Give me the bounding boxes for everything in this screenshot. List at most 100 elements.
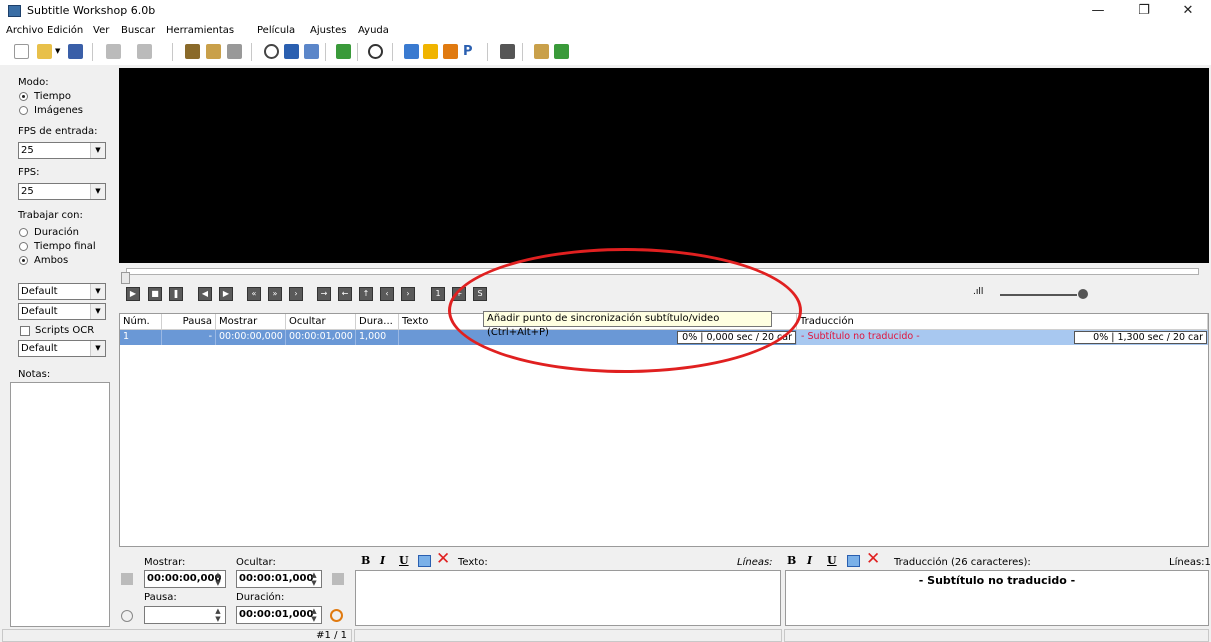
translation-editor[interactable]: - Subtítulo no traducido - <box>785 570 1209 626</box>
next-frame-icon[interactable]: › <box>289 287 303 301</box>
hide-spinner[interactable]: ▲ ▼ <box>309 571 319 587</box>
volume-thumb[interactable] <box>1078 289 1088 299</box>
pause-icon[interactable]: ❚ <box>169 287 183 301</box>
trans-bold-button[interactable]: B <box>787 554 796 567</box>
maximize-button[interactable]: ❐ <box>1121 0 1167 22</box>
menu-ajustes[interactable]: Ajustes <box>310 25 346 36</box>
next-sub-icon[interactable]: › <box>401 287 415 301</box>
underline-button[interactable]: U <box>399 554 409 567</box>
bold-button[interactable]: B <box>361 554 370 567</box>
text-editor[interactable] <box>355 570 781 626</box>
col-pause[interactable]: Pausa <box>162 314 216 330</box>
status-panel-3 <box>784 629 1209 642</box>
volume-icon: .ıll <box>973 287 984 297</box>
next-icon[interactable] <box>332 573 344 585</box>
scripts-ocr-checkbox[interactable] <box>20 326 30 336</box>
input-fps-label: FPS de entrada: <box>18 126 98 137</box>
check-output-icon[interactable] <box>554 44 569 59</box>
duration-spinner[interactable]: ▲ ▼ <box>309 607 319 623</box>
film-icon[interactable] <box>500 44 515 59</box>
style-select-value: Default <box>21 286 58 297</box>
fast-forward-icon[interactable]: » <box>268 287 282 301</box>
trans-underline-button[interactable]: U <box>827 554 837 567</box>
prev-icon[interactable] <box>121 573 133 585</box>
stop-icon[interactable]: ■ <box>148 287 162 301</box>
menu-pelicula[interactable]: Película <box>257 25 295 36</box>
clock-icon[interactable] <box>121 610 133 622</box>
volume-slider[interactable] <box>1000 294 1077 296</box>
annotation-ellipse <box>448 248 802 373</box>
redo-icon[interactable] <box>137 44 152 59</box>
p-icon[interactable]: P <box>463 44 478 59</box>
save-icon[interactable] <box>68 44 83 59</box>
warning-icon[interactable] <box>423 44 438 59</box>
rewind-icon[interactable]: « <box>247 287 261 301</box>
col-duration[interactable]: Dura... <box>356 314 399 330</box>
menu-edicion[interactable]: Edición <box>47 25 83 36</box>
set-show-icon[interactable]: → <box>317 287 331 301</box>
close-button[interactable]: ✕ <box>1165 0 1211 22</box>
show-spinner[interactable]: ▲ ▼ <box>213 571 223 587</box>
fps-select[interactable]: 25 ▼ <box>18 183 106 200</box>
work-endtime-radio[interactable] <box>19 242 28 251</box>
copy-icon[interactable] <box>206 44 221 59</box>
row-pause: - <box>162 330 216 345</box>
text-icon[interactable] <box>284 44 299 59</box>
title-bar: Subtitle Workshop 6.0b — ❐ ✕ <box>0 0 1211 22</box>
style-select-2[interactable]: Default ▼ <box>18 303 106 320</box>
color-icon[interactable] <box>418 555 431 567</box>
play-icon[interactable]: ▶ <box>126 287 140 301</box>
prev-sub-icon[interactable]: ‹ <box>380 287 394 301</box>
new-file-icon[interactable] <box>14 44 29 59</box>
trans-color-icon[interactable] <box>847 555 860 567</box>
info-icon[interactable] <box>443 44 458 59</box>
step-back-icon[interactable]: ◀ <box>198 287 212 301</box>
spellcheck-icon[interactable] <box>404 44 419 59</box>
italic-button[interactable]: I <box>380 554 385 567</box>
menu-ayuda[interactable]: Ayuda <box>358 25 389 36</box>
output-icon[interactable] <box>534 44 549 59</box>
trans-remove-format-icon[interactable]: ✕ <box>866 550 880 568</box>
undo-icon[interactable] <box>106 44 121 59</box>
menu-ver[interactable]: Ver <box>93 25 109 36</box>
trans-italic-button[interactable]: I <box>807 554 812 567</box>
search-icon[interactable] <box>368 44 383 59</box>
remove-format-icon[interactable]: ✕ <box>436 550 450 568</box>
col-num[interactable]: Núm. <box>120 314 162 330</box>
col-hide[interactable]: Ocultar <box>286 314 356 330</box>
mode-time-radio[interactable] <box>19 92 28 101</box>
mode-images-radio[interactable] <box>19 106 28 115</box>
show-time-value: 00:00:00,000 <box>147 573 222 584</box>
col-show[interactable]: Mostrar <box>216 314 286 330</box>
set-hide-icon[interactable]: ← <box>338 287 352 301</box>
start-sub-icon[interactable]: ↑ <box>359 287 373 301</box>
chevron-down-icon[interactable]: ▼ <box>55 44 63 59</box>
work-both-radio[interactable] <box>19 256 28 265</box>
seek-thumb[interactable] <box>121 272 130 284</box>
work-endtime-label: Tiempo final <box>34 241 96 252</box>
step-forward-icon[interactable]: ▶ <box>219 287 233 301</box>
input-fps-select[interactable]: 25 ▼ <box>18 142 106 159</box>
minimize-button[interactable]: — <box>1075 0 1121 22</box>
translate-icon[interactable] <box>336 44 351 59</box>
style-select[interactable]: Default ▼ <box>18 283 106 300</box>
subtitle-toggle-icon[interactable]: 1 <box>431 287 445 301</box>
cut-icon[interactable] <box>185 44 200 59</box>
menu-herramientas[interactable]: Herramientas <box>166 25 234 36</box>
open-folder-icon[interactable] <box>37 44 52 59</box>
comment-icon[interactable] <box>304 44 319 59</box>
mode-time-label: Tiempo <box>34 91 71 102</box>
app-icon <box>8 5 21 17</box>
paste-icon[interactable] <box>227 44 242 59</box>
notes-area[interactable] <box>10 382 110 627</box>
timer-icon[interactable] <box>330 609 343 622</box>
pause-spinner[interactable]: ▲ ▼ <box>213 607 223 623</box>
video-preview[interactable] <box>119 68 1209 263</box>
menu-archivo[interactable]: Archivo <box>6 25 43 36</box>
menu-buscar[interactable]: Buscar <box>121 25 155 36</box>
ocr-select[interactable]: Default ▼ <box>18 340 106 357</box>
row-translation-stats: 0% | 1,300 sec / 20 car <box>1074 331 1207 344</box>
work-duration-radio[interactable] <box>19 228 28 237</box>
col-translation[interactable]: Traducción <box>797 314 1208 330</box>
clock-icon[interactable] <box>264 44 279 59</box>
